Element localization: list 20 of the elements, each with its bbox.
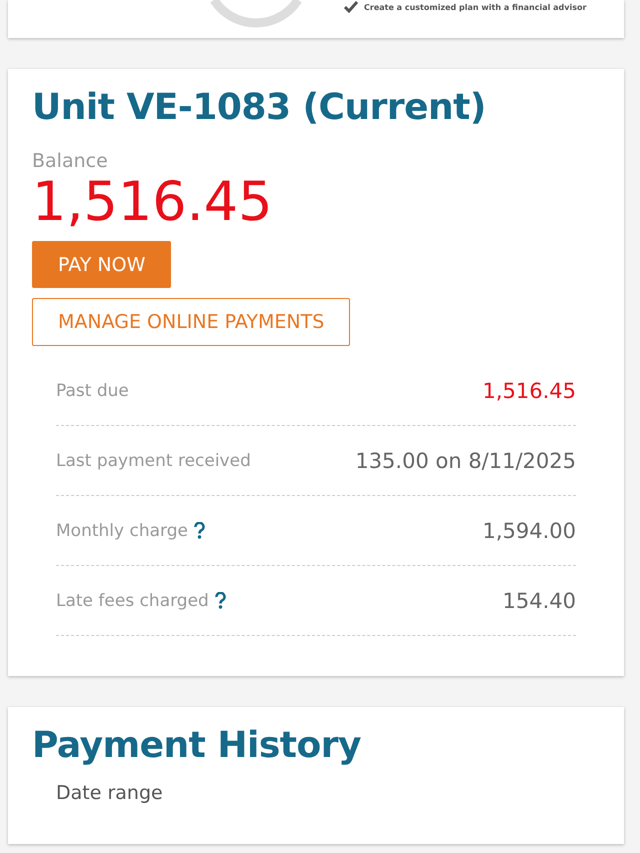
check-icon	[344, 1, 358, 13]
row-value: 1,516.45	[482, 378, 576, 403]
balance-amount: 1,516.45	[32, 172, 274, 232]
ring-gauge-icon	[208, 0, 304, 28]
help-icon[interactable]	[194, 522, 205, 540]
help-icon[interactable]	[214, 592, 226, 610]
row-value: 1,594.00	[482, 518, 576, 543]
section-title: Payment History	[32, 725, 362, 766]
filter-label: Date range	[56, 782, 164, 804]
manage-payments-button[interactable]: MANAGE ONLINE PAYMENTS	[32, 298, 350, 346]
row-value: 135.00 on 8/11/2025	[355, 448, 576, 473]
row-label: Monthly charge	[56, 520, 188, 541]
unit-title: Unit VE-1083 (Current)	[32, 87, 487, 128]
benefit-text: Create a customized plan with a financial advisor	[364, 2, 586, 12]
balance-label: Balance	[32, 150, 109, 172]
pay-now-button[interactable]: PAY NOW	[32, 241, 172, 288]
row-label: Past due	[56, 380, 129, 401]
row-label: Last payment received	[56, 450, 251, 471]
row-label: Late fees charged	[56, 590, 209, 611]
row-value: 154.40	[502, 588, 576, 613]
